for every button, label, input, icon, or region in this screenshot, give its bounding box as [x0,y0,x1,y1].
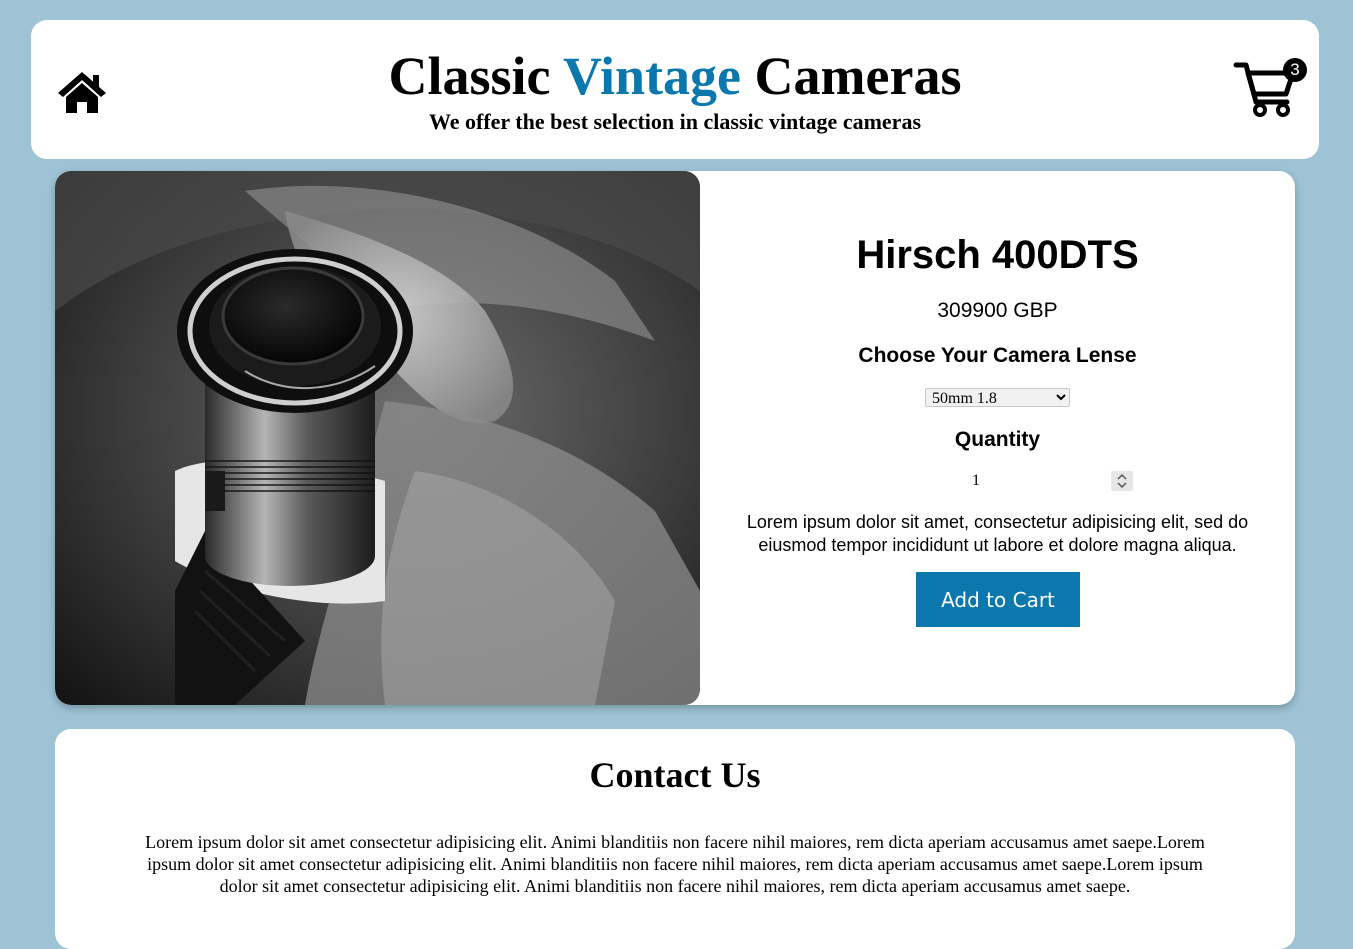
site-subtitle: We offer the best selection in classic v… [428,109,922,134]
contact-title: Contact Us [589,755,761,795]
quantity-stepper[interactable] [910,471,1133,493]
cart-count-badge: 3 [1283,58,1307,82]
site-header: Classic Vintage Cameras We offer the bes… [31,20,1319,159]
contact-text: Lorem ipsum dolor sit amet consectetur a… [145,832,1205,896]
lens-label: Choose Your Camera Lense [858,344,1137,367]
quantity-label: Quantity [954,428,1041,451]
site-title-part1: Classic [388,46,564,106]
product-name: Hirsch 400DTS [856,233,1139,277]
product-image [55,171,700,705]
site-title: Classic Vintage Cameras [31,44,1319,108]
product-card: Hirsch 400DTS 309900 GBP Choose Your Cam… [55,171,1295,705]
product-details: Hirsch 400DTS 309900 GBP Choose Your Cam… [700,171,1295,705]
product-description: Lorem ipsum dolor sit amet, consectetur … [746,512,1249,555]
spinner-arrows-icon[interactable] [1111,471,1133,491]
product-price: 309900 GBP [937,299,1058,322]
site-title-part2: Cameras [741,46,962,106]
lens-select[interactable]: 50mm 1.8 [925,388,1070,407]
add-to-cart-button[interactable]: Add to Cart [916,572,1080,627]
site-title-accent: Vintage [563,46,742,106]
cart-button[interactable]: 3 [1232,56,1312,120]
contact-section: Contact Us Lorem ipsum dolor sit amet co… [55,729,1295,949]
quantity-input[interactable] [910,471,1060,491]
